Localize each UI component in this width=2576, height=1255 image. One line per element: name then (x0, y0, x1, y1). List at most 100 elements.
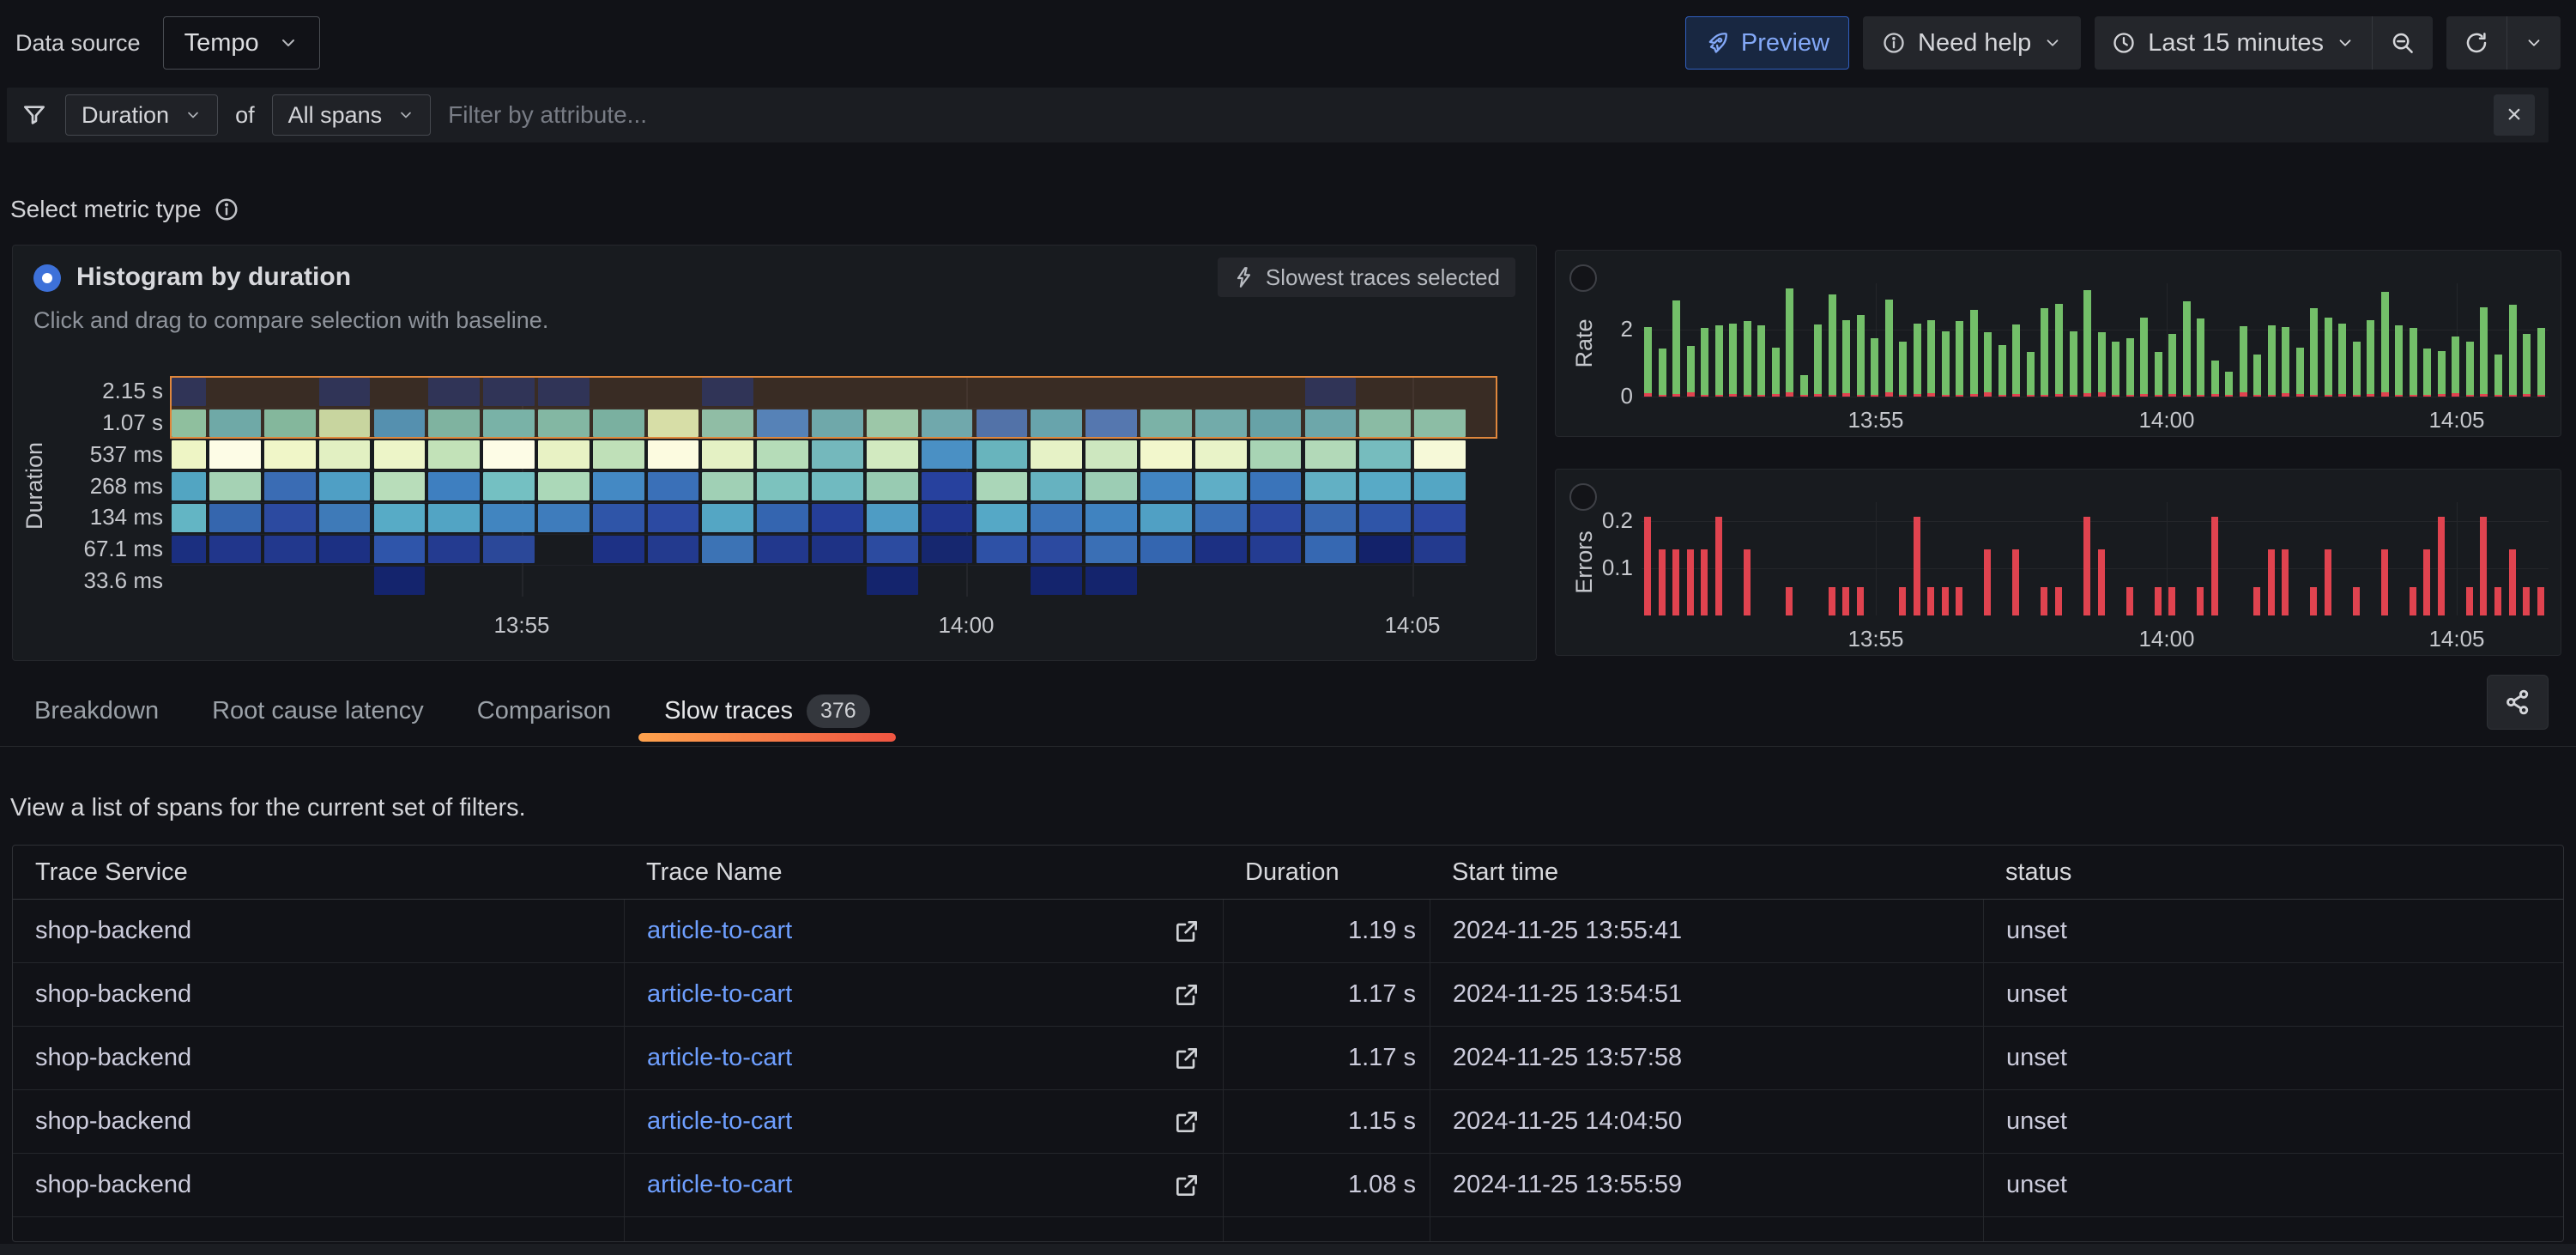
rate-metric-radio[interactable] (1569, 264, 1597, 292)
rate-bar (2268, 395, 2276, 397)
histogram-metric-radio[interactable] (33, 264, 61, 292)
errors-bar (2282, 549, 2289, 615)
x-tick-label: 14:00 (2107, 626, 2227, 652)
need-help-button[interactable]: Need help (1863, 16, 2081, 70)
errors-bar (2480, 517, 2487, 616)
heatmap-cell (538, 504, 590, 532)
rate-bar (2126, 338, 2134, 395)
heatmap-y-tick: 537 ms (64, 441, 163, 468)
heatmap-cell (172, 440, 206, 469)
errors-bar (2083, 517, 2090, 616)
heatmap-cell (648, 536, 699, 564)
errors-bar (1659, 549, 1666, 615)
errors-bar (1744, 549, 1751, 615)
heatmap-cell (483, 440, 535, 469)
info-circle-icon[interactable] (214, 197, 239, 222)
rate-bar (1999, 345, 2006, 395)
external-link-icon[interactable] (1173, 981, 1200, 1009)
errors-panel: Errors 0.10.213:5514:0014:05 (1555, 469, 2561, 656)
selection-badge-label: Slowest traces selected (1266, 264, 1500, 291)
attribute-filter-input[interactable]: Filter by attribute... (448, 101, 647, 129)
rate-bar (1757, 395, 1765, 397)
errors-bar (2466, 587, 2473, 615)
rate-bar (1814, 394, 1822, 397)
rate-bar (2395, 325, 2403, 396)
share-button[interactable] (2487, 675, 2549, 730)
rate-bar (2098, 392, 2106, 397)
cell-status: unset (1983, 900, 2563, 962)
table-row: shop-backendarticle-to-cart 1.15 s2024-1… (13, 1090, 2563, 1154)
column-header-trace-name[interactable]: Trace Name (624, 858, 1223, 887)
tab-comparison[interactable]: Comparison (477, 676, 611, 746)
table-row: shop-backendarticle-to-cart 1.17 s2024-1… (13, 963, 2563, 1027)
zoom-out-time-button[interactable] (2373, 16, 2433, 70)
rate-bar (2325, 318, 2332, 394)
heatmap-cell (428, 504, 480, 532)
rate-bar (1687, 392, 1695, 397)
heatmap-cell (172, 378, 206, 406)
rate-bar (2353, 395, 2361, 397)
preview-button[interactable]: Preview (1685, 16, 1849, 70)
external-link-icon[interactable] (1173, 1108, 1200, 1136)
rate-bar (1672, 300, 1680, 394)
rate-bar (2070, 331, 2077, 395)
datasource-picker[interactable]: Tempo (163, 16, 320, 70)
rate-bar (2537, 328, 2545, 395)
rate-bar (2395, 395, 2403, 397)
rate-bar (2381, 392, 2389, 397)
tab-slow-traces[interactable]: Slow traces 376 (664, 676, 870, 746)
column-header-start-time[interactable]: Start time (1430, 858, 1983, 887)
external-link-icon[interactable] (1173, 1045, 1200, 1072)
external-link-icon[interactable] (1173, 918, 1200, 945)
trace-name-link[interactable]: article-to-cart (647, 1171, 792, 1199)
trace-name-link[interactable]: article-to-cart (647, 917, 792, 945)
rate-bar (2310, 395, 2318, 397)
filter-field-select[interactable]: Duration (65, 94, 218, 136)
heatmap-cell (867, 567, 918, 595)
rate-bar (1644, 393, 1652, 397)
external-link-icon[interactable] (1173, 1172, 1200, 1199)
filter-scope-select[interactable]: All spans (272, 94, 432, 136)
heatmap-cell (1031, 567, 1082, 595)
heatmap-cell (1250, 536, 1302, 564)
rate-bar (1829, 294, 1836, 395)
errors-bar (1786, 587, 1793, 615)
rate-bar (2423, 395, 2431, 397)
rate-bar (2225, 395, 2233, 397)
magnifier-minus-icon (2390, 30, 2416, 56)
errors-bar (1984, 549, 1991, 615)
refresh-button[interactable] (2446, 16, 2506, 70)
errors-bar (1842, 587, 1849, 615)
rate-bar (1715, 395, 1723, 397)
trace-name-link[interactable]: article-to-cart (647, 980, 792, 1009)
tab-root-cause-latency[interactable]: Root cause latency (212, 676, 424, 746)
time-range-picker[interactable]: Last 15 minutes (2095, 16, 2372, 70)
chevron-down-icon (2336, 33, 2355, 52)
rate-bar (1715, 325, 1723, 396)
rate-plot[interactable] (1642, 283, 2549, 397)
errors-bar (1715, 517, 1722, 616)
column-header-trace-service[interactable]: Trace Service (13, 858, 624, 887)
rate-bar (2155, 352, 2162, 396)
filter-field-value: Duration (82, 102, 169, 129)
clear-filters-button[interactable]: × (2494, 94, 2535, 136)
rate-bar (1659, 395, 1666, 397)
bottom-strip (0, 1244, 2576, 1255)
duration-heatmap-plot[interactable]: 13:5514:0014:05 (170, 376, 1467, 597)
rate-bar (2381, 292, 2389, 392)
heatmap-cell (209, 440, 261, 469)
empty-cell (1983, 1217, 2563, 1242)
heatmap-cell (648, 440, 699, 469)
tab-breakdown[interactable]: Breakdown (34, 676, 159, 746)
trace-name-link[interactable]: article-to-cart (647, 1044, 792, 1072)
rate-bar (2253, 395, 2261, 397)
cell-status: unset (1983, 1027, 2563, 1089)
column-header-duration[interactable]: Duration (1223, 858, 1430, 887)
column-header-status[interactable]: status (1983, 858, 2563, 887)
heatmap-cell (812, 504, 863, 532)
heatmap-cell (922, 536, 973, 564)
rate-bar (1729, 324, 1737, 394)
trace-name-link[interactable]: article-to-cart (647, 1107, 792, 1136)
refresh-interval-dropdown[interactable] (2507, 16, 2561, 70)
errors-plot[interactable] (1642, 502, 2549, 615)
